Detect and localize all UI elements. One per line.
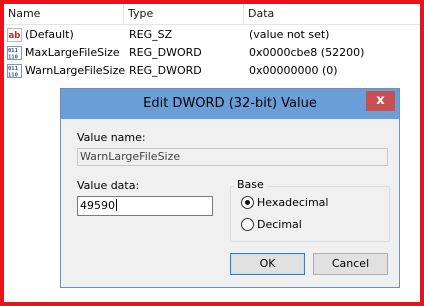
value-type: REG_SZ [129, 28, 173, 41]
dword-value-icon: 011 110 [7, 64, 22, 78]
list-item[interactable]: 011 110 WarnLargeFileSize REG_DWORD 0x00… [4, 62, 420, 80]
hexadecimal-label[interactable]: Hexadecimal [257, 196, 328, 209]
svg-text:011: 011 [8, 48, 19, 54]
value-name-label: Value name: [77, 131, 146, 144]
value-name: MaxLargeFileSize [25, 46, 120, 59]
edit-dword-dialog: Edit DWORD (32-bit) Value x Value name: … [60, 88, 400, 288]
value-type: REG_DWORD [129, 64, 202, 77]
dword-value-icon: 011 110 [7, 46, 22, 60]
base-groupbox [230, 186, 390, 242]
value-name-field: WarnLargeFileSize [77, 148, 388, 166]
column-header-data[interactable]: Data [244, 4, 420, 24]
svg-text:110: 110 [8, 73, 18, 79]
list-header: Name Type Data [4, 4, 420, 25]
value-data: 0x0000cbe8 (52200) [249, 46, 365, 59]
value-data: 0x00000000 (0) [249, 64, 338, 77]
value-name: WarnLargeFileSize [25, 64, 126, 77]
svg-text:110: 110 [8, 55, 18, 61]
cancel-button[interactable]: Cancel [313, 253, 388, 275]
value-data-text: 49590 [80, 199, 115, 212]
column-header-name[interactable]: Name [4, 4, 124, 24]
value-data: (value not set) [249, 28, 330, 41]
svg-text:011: 011 [8, 66, 19, 72]
value-data-input[interactable]: 49590 [77, 196, 213, 216]
ok-button[interactable]: OK [230, 253, 305, 275]
value-data-label: Value data: [77, 179, 140, 192]
list-item[interactable]: 011 110 MaxLargeFileSize REG_DWORD 0x000… [4, 44, 420, 62]
hexadecimal-radio[interactable] [241, 196, 254, 209]
dialog-titlebar[interactable]: Edit DWORD (32-bit) Value x [61, 89, 399, 119]
string-value-icon: ab [7, 28, 22, 42]
list-item[interactable]: ab (Default) REG_SZ (value not set) [4, 26, 420, 44]
radio-selected-dot [245, 200, 250, 205]
decimal-label[interactable]: Decimal [257, 218, 302, 231]
value-name: (Default) [25, 28, 74, 41]
close-icon: x [376, 93, 385, 108]
column-header-type[interactable]: Type [124, 4, 244, 24]
svg-text:ab: ab [9, 31, 21, 41]
text-cursor [116, 199, 117, 211]
value-type: REG_DWORD [129, 46, 202, 59]
close-button[interactable]: x [366, 91, 395, 111]
decimal-radio[interactable] [241, 218, 254, 231]
dialog-title: Edit DWORD (32-bit) Value [143, 96, 317, 111]
base-group-title: Base [234, 178, 267, 191]
